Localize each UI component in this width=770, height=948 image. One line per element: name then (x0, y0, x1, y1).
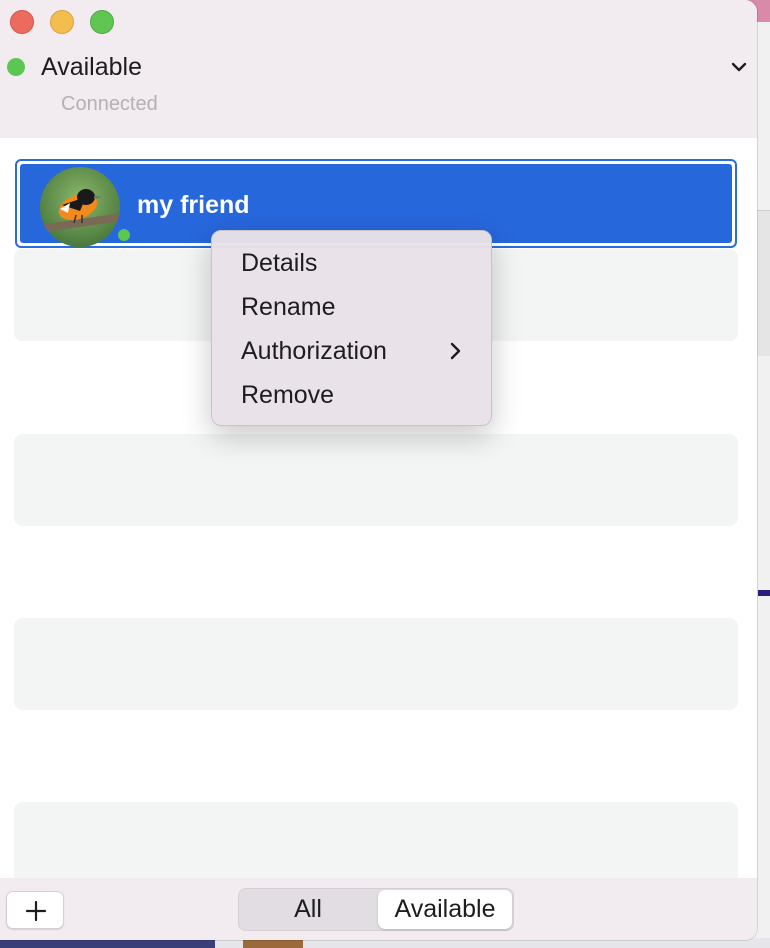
plus-icon (25, 900, 47, 922)
bird-avatar (40, 167, 120, 247)
filter-available-tab[interactable]: Available (378, 890, 512, 929)
add-contact-button[interactable] (6, 891, 64, 929)
window-header: Available Connected (0, 0, 757, 138)
filter-segmented-control: All Available (238, 888, 514, 931)
menu-item-remove[interactable]: Remove (241, 380, 334, 410)
chevron-down-icon[interactable] (728, 56, 750, 78)
background-window-fragment (755, 210, 770, 356)
menu-item-authorization[interactable]: Authorization (241, 336, 387, 366)
window-footer: All Available (0, 878, 757, 940)
online-presence-icon (116, 227, 132, 243)
background-accent-line (758, 590, 770, 596)
background-window-bottom (0, 940, 215, 948)
filter-all-tab[interactable]: All (239, 889, 377, 930)
status-label[interactable]: Available (41, 52, 142, 82)
status-indicator-icon (7, 58, 25, 76)
menu-item-rename[interactable]: Rename (241, 292, 336, 322)
connection-status: Connected (61, 93, 158, 115)
contact-name: my friend (137, 191, 250, 219)
background-image-fragment (243, 940, 303, 948)
list-item (14, 618, 738, 710)
close-window-button[interactable] (10, 10, 34, 34)
list-item (14, 434, 738, 526)
maximize-window-button[interactable] (90, 10, 114, 34)
menu-item-details[interactable]: Details (241, 248, 317, 278)
contacts-window: Available Connected my friend All Availa… (0, 0, 757, 940)
minimize-window-button[interactable] (50, 10, 74, 34)
chevron-right-icon (450, 342, 461, 360)
context-menu: Details Rename Authorization Remove (211, 230, 492, 426)
